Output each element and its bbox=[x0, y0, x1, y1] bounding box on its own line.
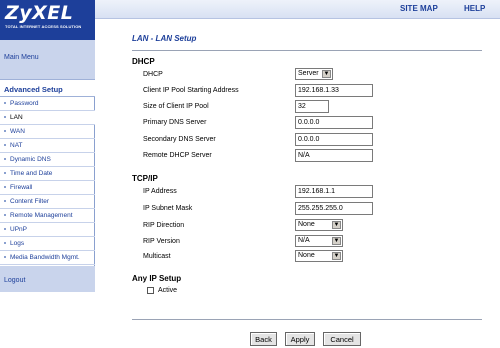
apply-button[interactable]: Apply bbox=[285, 332, 315, 346]
pool-size-label: Size of Client IP Pool bbox=[143, 103, 209, 110]
dhcp-heading: DHCP bbox=[132, 57, 155, 66]
sidebar-item-label: Dynamic DNS bbox=[10, 156, 51, 163]
sidebar-item-label: Firewall bbox=[10, 184, 33, 191]
sidebar-item-lan[interactable]: LAN bbox=[0, 111, 95, 125]
chevron-down-icon: ▼ bbox=[332, 237, 341, 245]
sidebar: Main Menu Advanced Setup Password LAN WA… bbox=[0, 40, 95, 348]
dhcp-select-value: Server bbox=[298, 70, 319, 77]
bottom-divider bbox=[132, 319, 482, 320]
primary-dns-label: Primary DNS Server bbox=[143, 119, 207, 126]
bullet-icon bbox=[4, 200, 6, 203]
sidebar-item-label: Time and Date bbox=[10, 170, 53, 177]
ip-address-label: IP Address bbox=[143, 188, 177, 195]
sidebar-item-dynamic-dns[interactable]: Dynamic DNS bbox=[0, 153, 95, 167]
subnet-mask-label: IP Subnet Mask bbox=[143, 205, 193, 212]
bullet-icon bbox=[4, 116, 6, 119]
sidebar-item-time-and-date[interactable]: Time and Date bbox=[0, 167, 95, 181]
secondary-dns-label: Secondary DNS Server bbox=[143, 136, 216, 143]
sidebar-item-wan[interactable]: WAN bbox=[0, 125, 95, 139]
sidebar-item-label: Logs bbox=[10, 240, 25, 247]
rip-direction-value: None bbox=[298, 221, 315, 228]
sidebar-logout[interactable]: Logout bbox=[0, 270, 95, 292]
sidebar-item-label: Media Bandwidth Mgmt. bbox=[10, 254, 80, 261]
bullet-icon bbox=[4, 102, 6, 105]
sidebar-main-menu[interactable]: Main Menu bbox=[0, 49, 95, 67]
bullet-icon bbox=[4, 228, 6, 231]
logo: ZyXEL TOTAL INTERNET ACCESS SOLUTION bbox=[0, 0, 95, 40]
bullet-icon bbox=[4, 158, 6, 161]
dhcp-label: DHCP bbox=[143, 71, 163, 78]
bullet-icon bbox=[4, 130, 6, 133]
multicast-value: None bbox=[298, 252, 315, 259]
bullet-icon bbox=[4, 256, 6, 259]
sidebar-item-logs[interactable]: Logs bbox=[0, 237, 95, 251]
rip-direction-select[interactable]: None ▼ bbox=[295, 219, 343, 231]
sidebar-item-firewall[interactable]: Firewall bbox=[0, 181, 95, 195]
sidebar-item-upnp[interactable]: UPnP bbox=[0, 223, 95, 237]
multicast-label: Multicast bbox=[143, 253, 171, 260]
bullet-icon bbox=[4, 242, 6, 245]
back-button[interactable]: Back bbox=[250, 332, 277, 346]
tcpip-heading: TCP/IP bbox=[132, 174, 158, 183]
secondary-dns-input[interactable]: 0.0.0.0 bbox=[295, 133, 373, 146]
bullet-icon bbox=[4, 186, 6, 189]
subnet-mask-input[interactable]: 255.255.255.0 bbox=[295, 202, 373, 215]
sidebar-item-password[interactable]: Password bbox=[0, 97, 95, 111]
rip-version-value: N/A bbox=[298, 237, 310, 244]
bullet-icon bbox=[4, 214, 6, 217]
rip-version-select[interactable]: N/A ▼ bbox=[295, 235, 343, 247]
top-bar: SITE MAP HELP bbox=[95, 0, 500, 18]
sidebar-item-label: Content Filter bbox=[10, 198, 50, 205]
page-title: LAN - LAN Setup bbox=[132, 34, 197, 43]
site-map-link[interactable]: SITE MAP bbox=[400, 4, 438, 13]
bullet-icon bbox=[4, 172, 6, 175]
sidebar-advanced-setup[interactable]: Advanced Setup bbox=[0, 79, 95, 97]
sidebar-item-label: LAN bbox=[10, 114, 23, 121]
sidebar-item-label: WAN bbox=[10, 128, 25, 135]
chevron-down-icon: ▼ bbox=[332, 221, 341, 229]
pool-size-input[interactable]: 32 bbox=[295, 100, 329, 113]
primary-dns-input[interactable]: 0.0.0.0 bbox=[295, 116, 373, 129]
top-divider bbox=[95, 18, 500, 19]
help-link[interactable]: HELP bbox=[464, 4, 485, 13]
sidebar-band bbox=[0, 40, 95, 49]
pool-start-input[interactable]: 192.168.1.33 bbox=[295, 84, 373, 97]
sidebar-item-label: NAT bbox=[10, 142, 23, 149]
remote-dhcp-input[interactable]: N/A bbox=[295, 149, 373, 162]
sidebar-filler bbox=[0, 292, 95, 348]
chevron-down-icon: ▼ bbox=[322, 70, 331, 78]
sidebar-item-label: UPnP bbox=[10, 226, 27, 233]
bullet-icon bbox=[4, 144, 6, 147]
dhcp-select[interactable]: Server ▼ bbox=[295, 68, 333, 80]
remote-dhcp-label: Remote DHCP Server bbox=[143, 152, 212, 159]
logo-text: ZyXEL bbox=[5, 2, 74, 24]
any-ip-heading: Any IP Setup bbox=[132, 274, 182, 283]
rip-direction-label: RIP Direction bbox=[143, 222, 185, 229]
sidebar-item-label: Remote Management bbox=[10, 212, 73, 219]
active-checkbox[interactable] bbox=[147, 287, 154, 294]
active-label: Active bbox=[158, 287, 178, 294]
sidebar-item-nat[interactable]: NAT bbox=[0, 139, 95, 153]
sidebar-item-media-bandwidth[interactable]: Media Bandwidth Mgmt. bbox=[0, 251, 95, 265]
pool-start-label: Client IP Pool Starting Address bbox=[143, 87, 239, 94]
sidebar-item-remote-management[interactable]: Remote Management bbox=[0, 209, 95, 223]
chevron-down-icon: ▼ bbox=[332, 252, 341, 260]
logo-tagline: TOTAL INTERNET ACCESS SOLUTION bbox=[5, 24, 82, 29]
rip-version-label: RIP Version bbox=[143, 238, 180, 245]
sidebar-item-content-filter[interactable]: Content Filter bbox=[0, 195, 95, 209]
sidebar-item-label: Password bbox=[10, 100, 39, 107]
ip-address-input[interactable]: 192.168.1.1 bbox=[295, 185, 373, 198]
cancel-button[interactable]: Cancel bbox=[323, 332, 361, 346]
title-divider bbox=[132, 50, 482, 51]
multicast-select[interactable]: None ▼ bbox=[295, 250, 343, 262]
sidebar-band bbox=[0, 67, 95, 79]
